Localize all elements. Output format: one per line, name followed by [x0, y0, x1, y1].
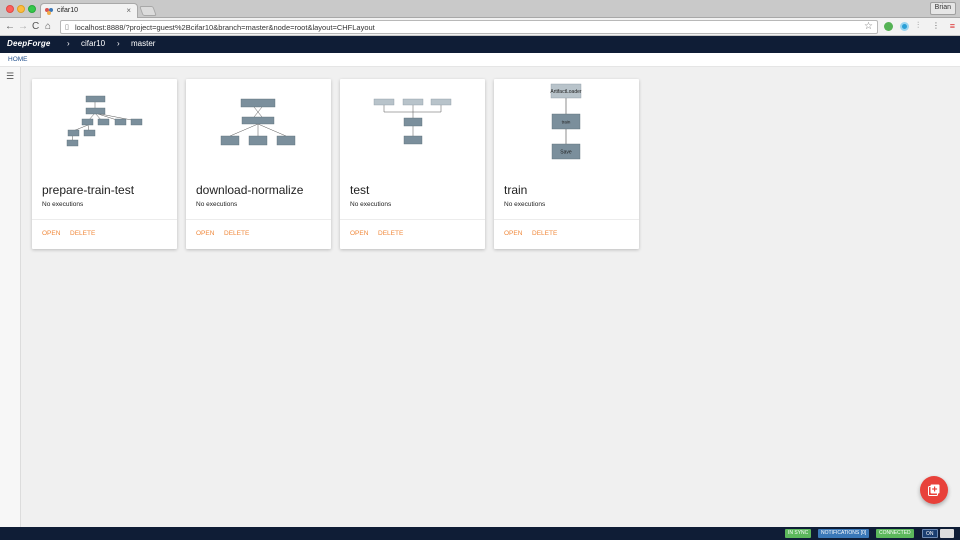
- browser-tab[interactable]: cifar10 ×: [40, 3, 138, 18]
- tab-close-icon[interactable]: ×: [126, 6, 131, 15]
- open-button[interactable]: OPEN: [504, 230, 522, 237]
- sub-navigation: HOME: [0, 53, 960, 67]
- extension-waveform-icon[interactable]: ⫶: [917, 20, 919, 31]
- home-link[interactable]: HOME: [8, 56, 28, 63]
- delete-button[interactable]: DELETE: [224, 230, 249, 237]
- pipeline-card[interactable]: test No executions OPEN DELETE: [340, 79, 485, 249]
- card-divider: [494, 219, 639, 220]
- card-status: No executions: [504, 201, 546, 208]
- pipeline-card[interactable]: prepare-train-test No executions OPEN DE…: [32, 79, 177, 249]
- card-title[interactable]: train: [504, 183, 527, 197]
- hamburger-icon[interactable]: ☰: [6, 71, 14, 82]
- toggle-on-badge[interactable]: ON: [922, 529, 938, 538]
- pipeline-card[interactable]: ArtifactLoader train Save train No execu…: [494, 79, 639, 249]
- pipeline-card[interactable]: download-normalize No executions OPEN DE…: [186, 79, 331, 249]
- notifications-badge[interactable]: NOTIFICATIONS [0]: [818, 529, 870, 538]
- delete-button[interactable]: DELETE: [532, 230, 557, 237]
- breadcrumb-project[interactable]: cifar10: [81, 39, 105, 48]
- open-button[interactable]: OPEN: [350, 230, 368, 237]
- add-icon: [928, 484, 940, 496]
- open-button[interactable]: OPEN: [196, 230, 214, 237]
- card-status: No executions: [196, 201, 238, 208]
- sync-status-badge[interactable]: IN SYNC: [785, 529, 812, 538]
- status-bar: IN SYNC NOTIFICATIONS [0] CONNECTED ON: [0, 527, 960, 540]
- card-divider: [186, 219, 331, 220]
- card-divider: [340, 219, 485, 220]
- close-window-icon[interactable]: [6, 5, 14, 13]
- card-title[interactable]: test: [350, 183, 369, 197]
- back-icon[interactable]: ←: [5, 20, 15, 34]
- card-status: No executions: [350, 201, 392, 208]
- delete-button[interactable]: DELETE: [378, 230, 403, 237]
- extension-fraction-icon[interactable]: ⋮: [932, 21, 940, 30]
- pipeline-thumbnail: [220, 98, 296, 146]
- reload-icon[interactable]: C: [32, 20, 39, 34]
- breadcrumb-branch[interactable]: master: [131, 39, 155, 48]
- pipeline-thumbnail: [373, 98, 452, 145]
- page-info-icon[interactable]: ▯: [65, 23, 69, 31]
- extension-green-icon[interactable]: [884, 22, 893, 31]
- open-button[interactable]: OPEN: [42, 230, 60, 237]
- breadcrumb-separator-icon: ›: [117, 39, 120, 48]
- card-divider: [32, 219, 177, 220]
- add-pipeline-button[interactable]: [920, 476, 948, 504]
- minimize-window-icon[interactable]: [17, 5, 25, 13]
- url-text: localhost:8888/?project=guest%2Bcifar10&…: [75, 23, 375, 32]
- home-icon[interactable]: ⌂: [45, 20, 51, 34]
- new-tab-button[interactable]: [139, 6, 157, 16]
- delete-button[interactable]: DELETE: [70, 230, 95, 237]
- app-header: DeepForge › cifar10 › master: [0, 36, 960, 53]
- user-profile-button[interactable]: Brian: [929, 2, 956, 15]
- node-label-save: Save: [560, 150, 572, 156]
- forward-icon[interactable]: →: [18, 20, 28, 34]
- tab-title: cifar10: [57, 7, 79, 14]
- star-icon[interactable]: ☆: [864, 21, 873, 32]
- keyboard-icon[interactable]: [940, 529, 954, 538]
- browser-tabbar: cifar10 × Brian: [0, 0, 960, 18]
- node-label-artifactloader: ArtifactLoader: [550, 89, 581, 95]
- pipeline-thumbnail: ArtifactLoader train Save: [550, 83, 582, 160]
- extension-blue-icon[interactable]: [900, 22, 909, 31]
- maximize-window-icon[interactable]: [28, 5, 36, 13]
- node-label-train: train: [562, 120, 571, 125]
- address-bar[interactable]: ▯ localhost:8888/?project=guest%2Bcifar1…: [60, 20, 878, 34]
- menu-icon[interactable]: ≡: [950, 21, 955, 31]
- browser-toolbar: ← → C ⌂ ▯ localhost:8888/?project=guest%…: [0, 18, 960, 36]
- card-status: No executions: [42, 201, 84, 208]
- card-title[interactable]: download-normalize: [196, 183, 303, 197]
- app-logo[interactable]: DeepForge: [7, 39, 51, 48]
- deepforge-favicon-icon: [45, 8, 53, 15]
- breadcrumb-separator-icon: ›: [67, 39, 70, 48]
- pipeline-thumbnail: [66, 95, 143, 147]
- connection-status-badge[interactable]: CONNECTED: [876, 529, 914, 538]
- left-sidebar: ☰: [0, 67, 21, 527]
- card-title[interactable]: prepare-train-test: [42, 183, 134, 197]
